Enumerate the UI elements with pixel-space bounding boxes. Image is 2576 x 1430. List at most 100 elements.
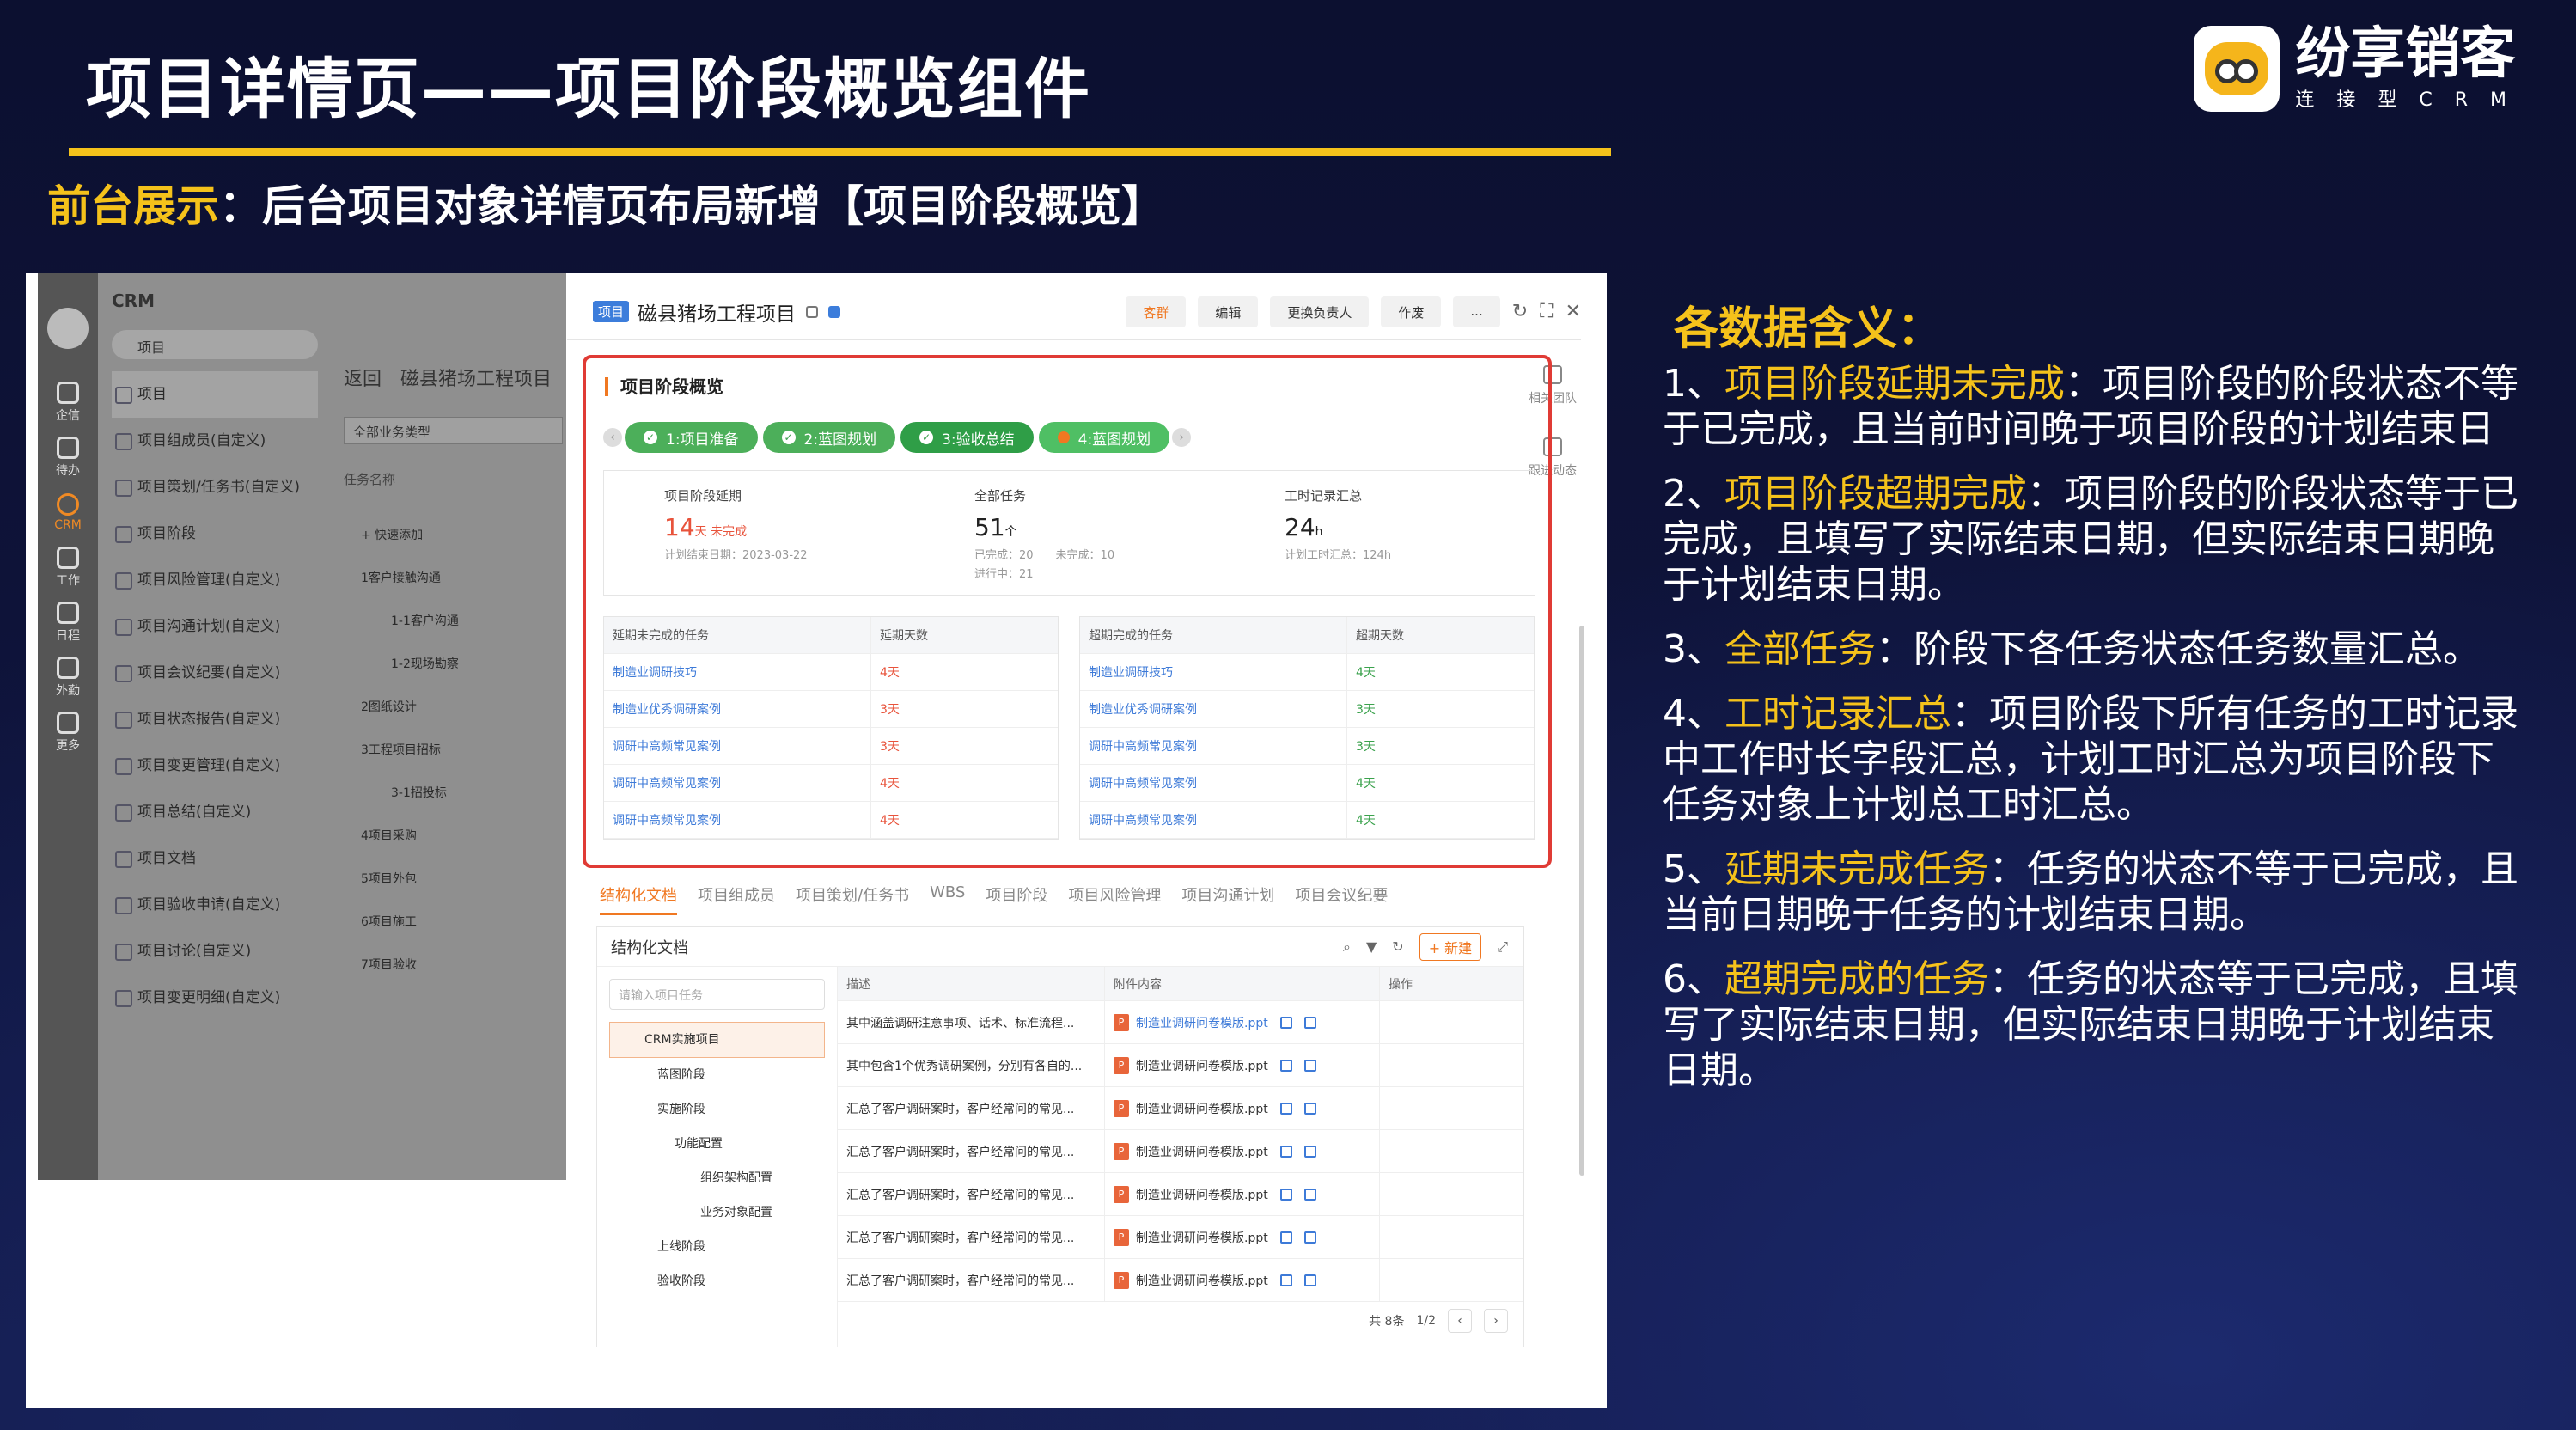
edit-icon[interactable] <box>1303 1102 1316 1115</box>
nav-item[interactable]: 项目风险管理(自定义) <box>112 557 318 603</box>
search-icon[interactable]: ⌕ <box>1343 938 1351 956</box>
header-button-1[interactable]: 编辑 <box>1198 296 1259 327</box>
avatar[interactable] <box>47 308 89 349</box>
task-link[interactable]: 制造业优秀调研案例 <box>1080 700 1346 718</box>
fullscreen-icon[interactable]: ⛶ <box>1540 301 1553 322</box>
stage-step[interactable]: 4:蓝图规划 <box>1038 422 1170 453</box>
tree-node[interactable]: 蓝图阶段 <box>597 1058 837 1092</box>
rail-item-1[interactable]: 待办 <box>38 430 98 485</box>
nav-item[interactable]: 项目变更明细(自定义) <box>112 975 318 1021</box>
attachment-link[interactable]: 制造业调研问卷模版.ppt <box>1136 1186 1268 1203</box>
nav-item[interactable]: 项目文档 <box>112 835 318 882</box>
nav-item[interactable]: 项目策划/任务书(自定义) <box>112 464 318 510</box>
attachment-link[interactable]: 制造业调研问卷模版.ppt <box>1136 1229 1268 1246</box>
tree-node[interactable]: 验收阶段 <box>597 1264 837 1299</box>
task-link[interactable]: 制造业调研技巧 <box>604 663 870 681</box>
download-icon[interactable] <box>1279 1016 1292 1029</box>
back-label[interactable]: 返回 <box>344 369 382 390</box>
tab-7[interactable]: 项目会议纪要 <box>1295 883 1388 915</box>
expand-icon[interactable]: ⤢ <box>1497 938 1508 956</box>
refresh-icon[interactable]: ↻ <box>1392 938 1403 955</box>
scrollbar[interactable] <box>1579 626 1584 1176</box>
new-doc-button[interactable]: + 新建 <box>1419 932 1482 961</box>
edit-icon[interactable] <box>1303 1231 1316 1244</box>
task-link[interactable]: 调研中高频常见案例 <box>604 774 870 791</box>
next-arrow-icon[interactable]: › <box>1172 428 1192 447</box>
tab-5[interactable]: 项目风险管理 <box>1068 883 1161 915</box>
download-icon[interactable] <box>1279 1188 1292 1201</box>
task-tree-node[interactable]: 1-2现场勘察 <box>344 643 563 686</box>
rail-item-6[interactable]: 更多 <box>38 705 98 760</box>
task-tree-node[interactable]: 7项目验收 <box>344 944 563 987</box>
rail-item-4[interactable]: 日程 <box>38 595 98 650</box>
nav-item[interactable]: 项目总结(自定义) <box>112 789 318 835</box>
tab-3[interactable]: WBS <box>930 883 965 915</box>
tab-1[interactable]: 项目组成员 <box>698 883 775 915</box>
task-tree-node[interactable]: 5项目外包 <box>344 858 563 901</box>
task-tree-node[interactable]: 6项目施工 <box>344 901 563 944</box>
download-icon[interactable] <box>1279 1145 1292 1158</box>
rail-item-2[interactable]: CRM <box>38 485 98 540</box>
stage-step[interactable]: ✓ 1:项目准备 <box>625 422 758 453</box>
attachment-link[interactable]: 制造业调研问卷模版.ppt <box>1136 1014 1268 1031</box>
refresh-icon[interactable]: ↻ <box>1512 301 1528 322</box>
tree-search-input[interactable]: 请输入项目任务 <box>609 979 825 1010</box>
tree-node[interactable]: CRM实施项目 <box>609 1022 825 1058</box>
task-tree-node[interactable]: 4项目采购 <box>344 815 563 858</box>
task-tree-node[interactable]: 3-1招投标 <box>344 772 563 815</box>
task-tree-node[interactable]: 1-1客户沟通 <box>344 600 563 643</box>
nav-search-input[interactable]: 项目 <box>112 330 318 359</box>
prev-arrow-icon[interactable]: ‹ <box>603 428 622 447</box>
task-link[interactable]: 制造业优秀调研案例 <box>604 700 870 718</box>
nav-item[interactable]: 项目变更管理(自定义) <box>112 742 318 789</box>
tree-node[interactable]: 业务对象配置 <box>597 1195 837 1230</box>
prev-page-button[interactable]: ‹ <box>1448 1309 1472 1333</box>
tree-node[interactable]: 上线阶段 <box>597 1230 837 1264</box>
task-link[interactable]: 调研中高频常见案例 <box>1080 737 1346 755</box>
rail-item-5[interactable]: 外勤 <box>38 650 98 705</box>
header-button-4[interactable]: ... <box>1453 296 1500 327</box>
task-tree-node[interactable]: 2图纸设计 <box>344 686 563 729</box>
tree-node[interactable]: 实施阶段 <box>597 1092 837 1127</box>
tab-6[interactable]: 项目沟通计划 <box>1181 883 1274 915</box>
task-tree-node[interactable]: 3工程项目招标 <box>344 729 563 772</box>
edit-icon[interactable] <box>1303 1188 1316 1201</box>
page-select[interactable]: 1/2 <box>1416 1314 1436 1328</box>
edit-icon[interactable] <box>1303 1016 1316 1029</box>
task-link[interactable]: 调研中高频常见案例 <box>604 811 870 828</box>
task-link[interactable]: 制造业调研技巧 <box>1080 663 1346 681</box>
task-link[interactable]: 调研中高频常见案例 <box>1080 811 1346 828</box>
tree-node[interactable]: 组织架构配置 <box>597 1161 837 1195</box>
download-icon[interactable] <box>1279 1231 1292 1244</box>
attachment-link[interactable]: 制造业调研问卷模版.ppt <box>1136 1143 1268 1160</box>
close-icon[interactable]: ✕ <box>1566 301 1581 322</box>
tab-4[interactable]: 项目阶段 <box>986 883 1047 915</box>
header-button-3[interactable]: 作废 <box>1381 296 1442 327</box>
attachment-link[interactable]: 制造业调研问卷模版.ppt <box>1136 1057 1268 1074</box>
tab-0[interactable]: 结构化文档 <box>600 883 677 915</box>
nav-item[interactable]: 项目会议纪要(自定义) <box>112 650 318 696</box>
nav-item[interactable]: 项目状态报告(自定义) <box>112 696 318 742</box>
task-link[interactable]: 调研中高频常见案例 <box>1080 774 1346 791</box>
stage-step[interactable]: ✓ 3:验收总结 <box>900 422 1034 453</box>
edit-icon[interactable] <box>1303 1145 1316 1158</box>
download-icon[interactable] <box>1279 1274 1292 1286</box>
attachment-link[interactable]: 制造业调研问卷模版.ppt <box>1136 1100 1268 1117</box>
nav-item[interactable]: 项目组成员(自定义) <box>112 418 318 464</box>
filter-icon[interactable]: ▼ <box>1366 938 1377 955</box>
nav-item[interactable]: 项目验收申请(自定义) <box>112 882 318 928</box>
header-button-0[interactable]: 客群 <box>1126 296 1187 327</box>
edit-icon[interactable] <box>1303 1274 1316 1286</box>
list-back-link[interactable]: 返回 磁县猪场工程项目 <box>344 364 563 391</box>
record-type-select[interactable]: 全部业务类型 <box>344 417 563 444</box>
stage-step[interactable]: ✓ 2:蓝图规划 <box>762 422 896 453</box>
nav-item[interactable]: 项目讨论(自定义) <box>112 928 318 975</box>
attachment-link[interactable]: 制造业调研问卷模版.ppt <box>1136 1272 1268 1289</box>
tree-node[interactable]: 功能配置 <box>597 1127 837 1161</box>
header-button-2[interactable]: 更换负责人 <box>1270 296 1370 327</box>
download-icon[interactable] <box>1279 1102 1292 1115</box>
nav-item[interactable]: 项目阶段 <box>112 510 318 557</box>
rail-item-0[interactable]: 企信 <box>38 375 98 430</box>
edit-icon[interactable] <box>1303 1059 1316 1072</box>
next-page-button[interactable]: › <box>1484 1309 1508 1333</box>
